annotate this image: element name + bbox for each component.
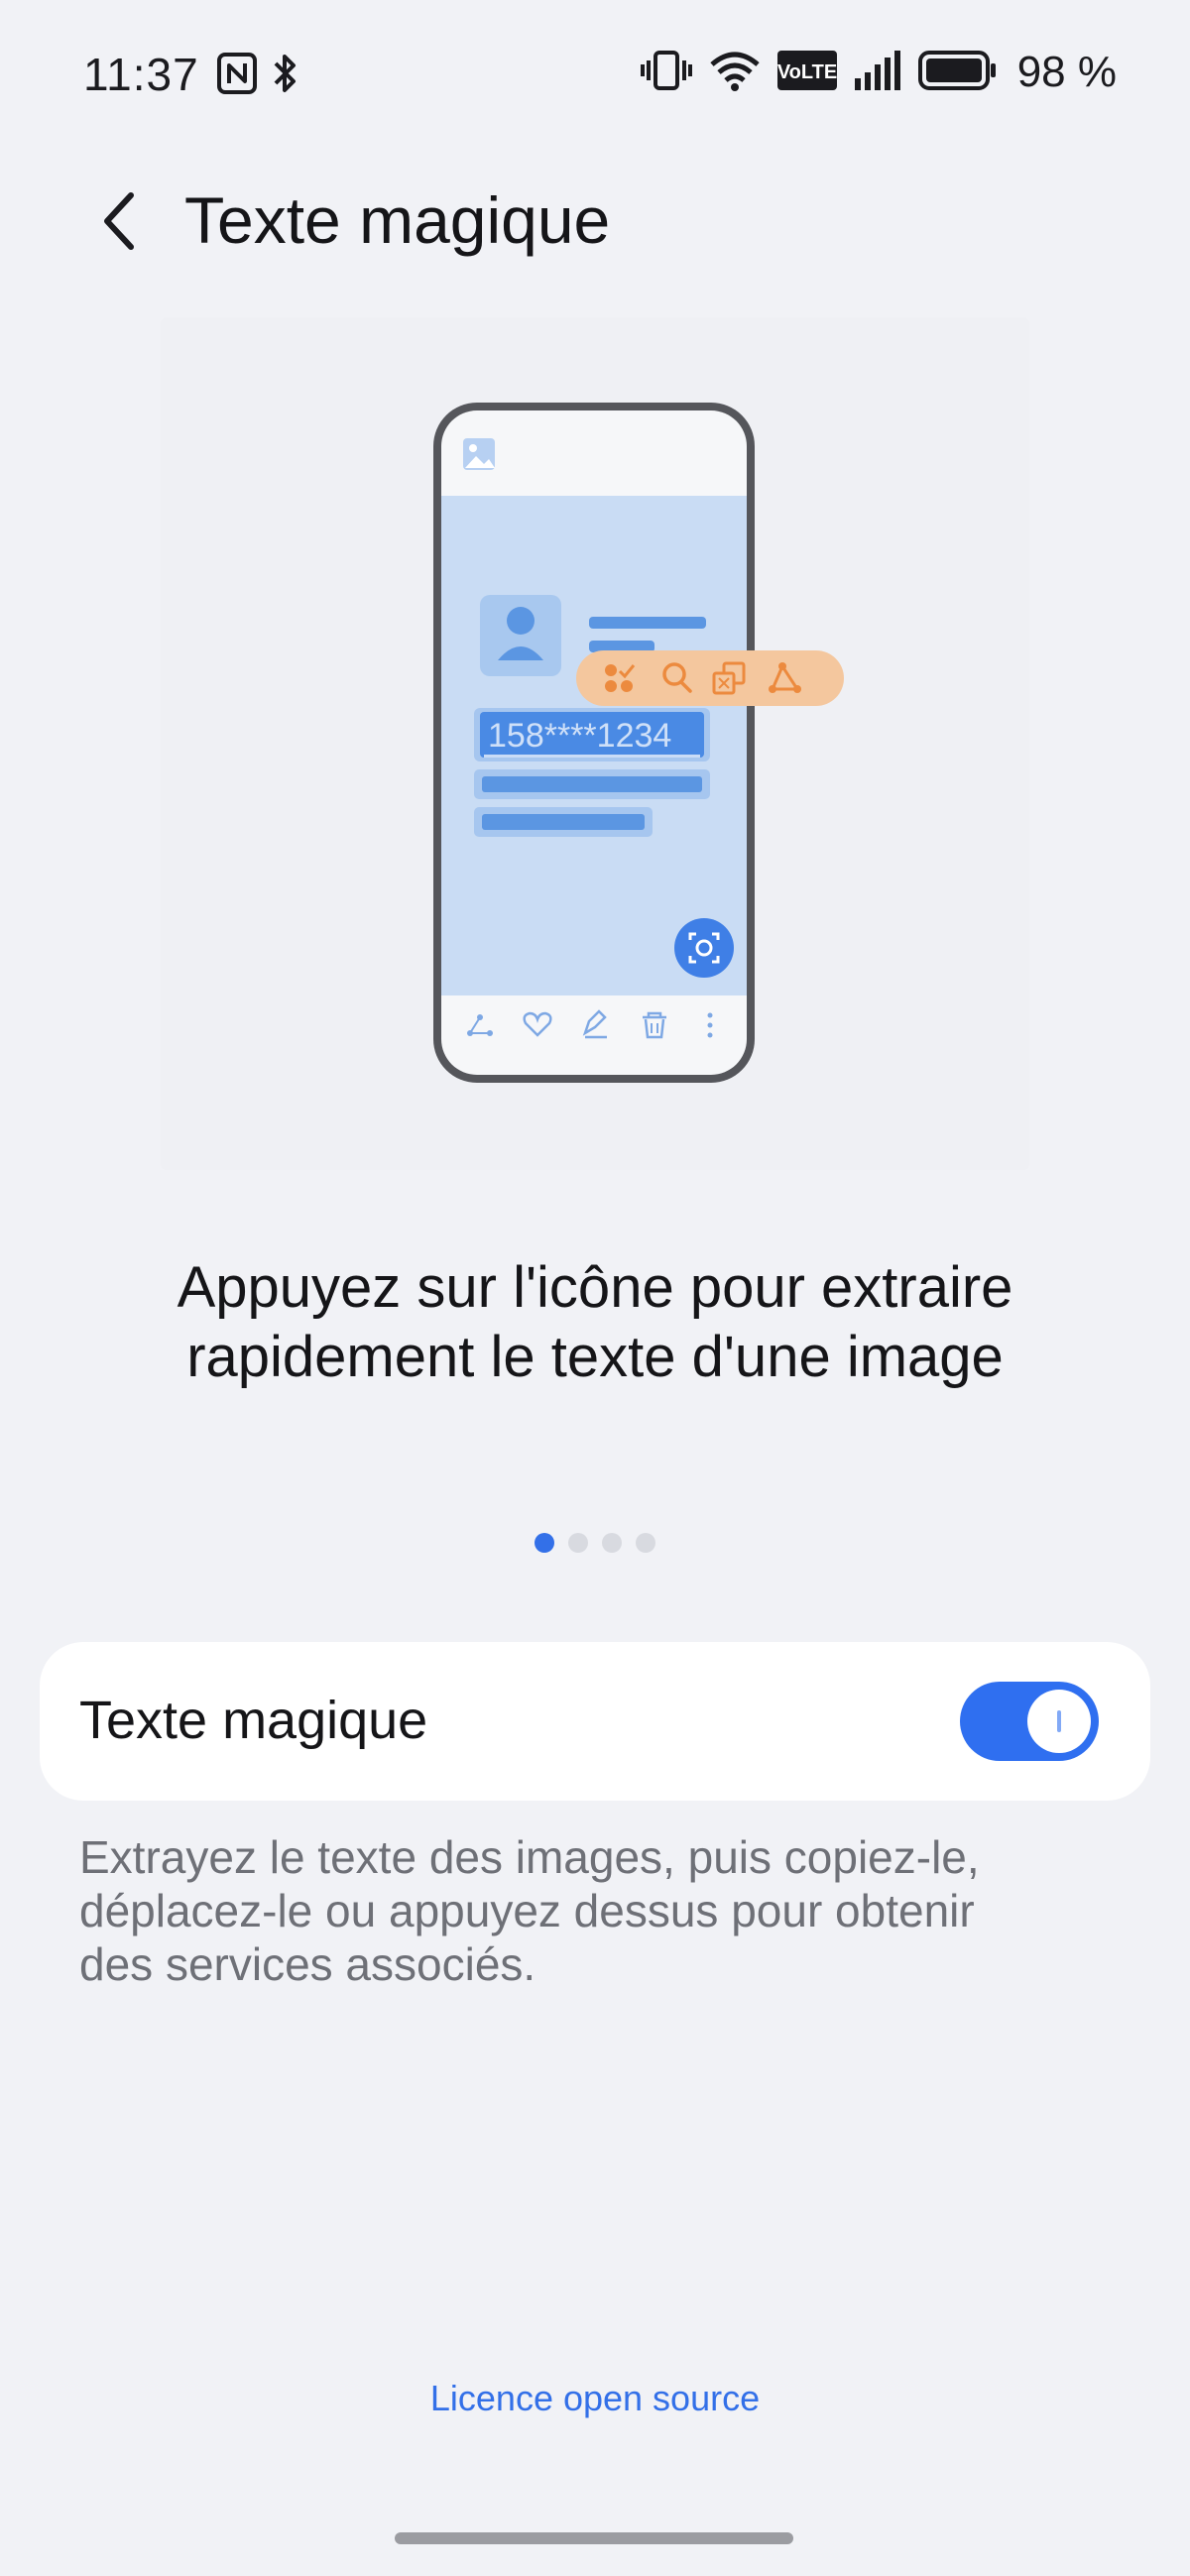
- vibrate-icon: [640, 49, 692, 97]
- feature-illustration: 158****1234: [161, 317, 1029, 1170]
- back-button[interactable]: [89, 188, 149, 258]
- page-dot-2[interactable]: [568, 1533, 588, 1553]
- status-right-icons: VoLTE 98 %: [640, 48, 1117, 97]
- caption-line-2: rapidement le texte d'une image: [186, 1325, 1004, 1389]
- caption-line-1: Appuyez sur l'icône pour extraire: [177, 1255, 1013, 1320]
- phone-number-text: 158****1234: [488, 717, 671, 755]
- setting-label: Texte magique: [79, 1691, 428, 1750]
- more-icon: [707, 1012, 713, 1038]
- image-icon: [463, 438, 495, 470]
- open-source-license-link[interactable]: Licence open source: [0, 2378, 1190, 2419]
- setting-description: Extrayez le texte des images, puis copie…: [79, 1830, 1111, 1991]
- volte-icon: VoLTE: [777, 50, 837, 95]
- home-indicator[interactable]: [395, 2532, 793, 2544]
- quick-actions-popup: [576, 650, 844, 706]
- status-left-icons: [216, 52, 299, 100]
- signal-icon: [853, 49, 902, 97]
- page-dot-4[interactable]: [636, 1533, 655, 1553]
- page-dot-1[interactable]: [535, 1533, 554, 1553]
- nfc-icon: [216, 52, 258, 100]
- contact-avatar: [480, 595, 561, 676]
- status-time: 11:37: [83, 49, 199, 100]
- description-line-1: Extrayez le texte des images, puis copie…: [79, 1831, 980, 1883]
- toggle-knob: [1027, 1690, 1091, 1753]
- status-bar: 11:37 VoLTE 98 %: [0, 0, 1190, 149]
- page-dot-3[interactable]: [602, 1533, 622, 1553]
- feature-caption: Appuyez sur l'icône pour extraire rapide…: [0, 1253, 1190, 1392]
- battery-icon: [917, 49, 998, 97]
- text-scan-icon: [674, 918, 734, 978]
- setting-card: Texte magique: [40, 1642, 1150, 1801]
- description-line-2: déplacez-le ou appuyez dessus pour obten…: [79, 1885, 975, 1936]
- page-title: Texte magique: [184, 183, 611, 257]
- svg-text:VoLTE: VoLTE: [777, 61, 837, 83]
- wifi-icon: [708, 49, 762, 97]
- description-line-3: des services associés.: [79, 1938, 536, 1990]
- phone-illustration: 158****1234: [433, 403, 844, 1083]
- page-indicator: [0, 1533, 1190, 1553]
- battery-percentage: 98 %: [1016, 48, 1117, 96]
- bluetooth-icon: [270, 52, 299, 100]
- header: Texte magique: [0, 169, 1190, 278]
- magic-text-toggle[interactable]: [960, 1682, 1099, 1761]
- back-arrow-icon: [99, 189, 139, 258]
